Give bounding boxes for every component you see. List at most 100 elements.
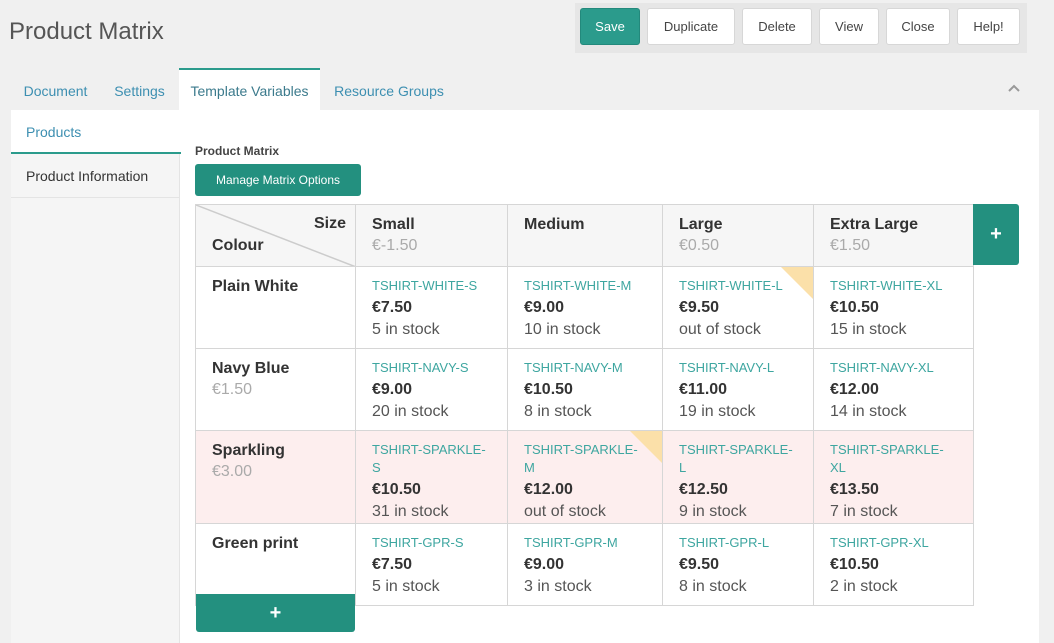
variant-stock: 8 in stock [524,403,592,420]
page-title: Product Matrix [9,18,164,45]
variant-sku: TSHIRT-WHITE-M [524,278,632,293]
variant-price: €9.50 [679,299,720,316]
variant-sku: TSHIRT-NAVY-M [524,360,623,375]
variant-stock: 5 in stock [372,321,440,338]
row-name: Green print [212,535,299,552]
variant-cell[interactable]: TSHIRT-WHITE-S €7.50 5 in stock [355,266,508,349]
variant-sku: TSHIRT-NAVY-S [372,360,469,375]
column-price-modifier: €0.50 [679,237,720,254]
variant-sku: TSHIRT-SPARKLE-M [524,442,638,475]
row-price-modifier: €3.00 [212,463,253,480]
variant-price: €10.50 [372,481,421,498]
variant-cell[interactable]: TSHIRT-SPARKLE-M €12.00 out of stock [507,430,663,524]
manage-matrix-options-button[interactable]: Manage Matrix Options [195,164,361,196]
variant-stock: 10 in stock [524,321,601,338]
variant-stock: out of stock [679,321,761,338]
add-row-button[interactable]: + [196,594,355,632]
variant-stock: 3 in stock [524,578,592,595]
chevron-up-icon[interactable] [1006,80,1022,96]
variant-stock: 19 in stock [679,403,756,420]
variant-stock: 5 in stock [372,578,440,595]
view-button[interactable]: View [819,8,879,45]
variant-price: €10.50 [830,299,879,316]
save-button[interactable]: Save [580,8,640,45]
variant-price: €9.50 [679,556,720,573]
variant-stock: out of stock [524,503,606,520]
tab-document[interactable]: Document [11,68,100,110]
matrix-row: Navy Blue €1.50 TSHIRT-NAVY-S €9.00 20 in st… [195,348,974,431]
delete-button[interactable]: Delete [742,8,812,45]
variant-stock: 9 in stock [679,503,747,520]
variant-cell[interactable]: TSHIRT-SPARKLE-L €12.50 9 in stock [662,430,814,524]
variant-price: €7.50 [372,299,413,316]
variant-sku: TSHIRT-NAVY-L [679,360,775,375]
variant-cell[interactable]: TSHIRT-SPARKLE-XL €13.50 7 in stock [813,430,974,524]
variant-cell[interactable]: TSHIRT-NAVY-M €10.50 8 in stock [507,348,663,431]
variant-sku: TSHIRT-GPR-M [524,535,618,550]
variant-price: €9.00 [372,381,413,398]
variant-sku: TSHIRT-SPARKLE-L [679,442,793,475]
variant-sku: TSHIRT-GPR-S [372,535,464,550]
variant-sku: TSHIRT-WHITE-S [372,278,478,293]
add-column-button[interactable]: + [973,204,1019,265]
duplicate-button[interactable]: Duplicate [647,8,735,45]
row-name: Sparkling [212,442,285,459]
column-header-extra-large[interactable]: Extra Large €1.50 [813,204,974,267]
variant-price: €10.50 [524,381,573,398]
row-header[interactable]: Sparkling €3.00 [195,430,356,524]
variant-cell[interactable]: TSHIRT-GPR-M €9.00 3 in stock [507,523,663,606]
variant-cell[interactable]: TSHIRT-GPR-S €7.50 5 in stock [355,523,508,606]
variant-cell[interactable]: TSHIRT-WHITE-XL €10.50 15 in stock [813,266,974,349]
variant-sku: TSHIRT-WHITE-XL [830,278,943,293]
variant-price: €12.00 [830,381,879,398]
column-header-large[interactable]: Large €0.50 [662,204,814,267]
variant-cell[interactable]: TSHIRT-GPR-XL €10.50 2 in stock [813,523,974,606]
variant-sku: TSHIRT-GPR-XL [830,535,929,550]
matrix-row: Plain White TSHIRT-WHITE-S €7.50 5 in stock… [195,266,974,349]
column-name: Extra Large [830,216,919,233]
tab-resource-groups[interactable]: Resource Groups [320,68,458,110]
variant-cell[interactable]: TSHIRT-GPR-L €9.50 8 in stock [662,523,814,606]
matrix-header-row: Size Colour Small €-1.50 Medium Large €0.5… [195,204,974,267]
variant-price: €11.00 [679,381,728,398]
row-name: Plain White [212,278,299,295]
out-of-stock-flag [781,267,813,299]
out-of-stock-flag [630,431,662,463]
column-price-modifier: €-1.50 [372,237,418,254]
tab-settings[interactable]: Settings [100,68,179,110]
vtab-products[interactable]: Products [11,110,181,154]
variant-cell[interactable]: TSHIRT-WHITE-L €9.50 out of stock [662,266,814,349]
colour-axis-label: Colour [212,237,264,254]
action-toolbar: Save Duplicate Delete View Close Help! [575,3,1027,53]
variant-cell[interactable]: TSHIRT-NAVY-L €11.00 19 in stock [662,348,814,431]
size-axis-label: Size [313,215,346,232]
row-header[interactable]: Plain White [195,266,356,349]
variant-price: €12.00 [524,481,573,498]
matrix-row: Sparkling €3.00 TSHIRT-SPARKLE-S €10.50 31 i… [195,430,974,524]
variant-price: €10.50 [830,556,879,573]
variant-stock: 2 in stock [830,578,898,595]
column-name: Large [679,216,723,233]
row-header[interactable]: Navy Blue €1.50 [195,348,356,431]
variant-stock: 15 in stock [830,321,907,338]
variant-price: €9.00 [524,556,565,573]
variant-cell[interactable]: TSHIRT-NAVY-S €9.00 20 in stock [355,348,508,431]
variant-stock: 20 in stock [372,403,449,420]
variant-cell[interactable]: TSHIRT-WHITE-M €9.00 10 in stock [507,266,663,349]
variant-sku: TSHIRT-GPR-L [679,535,770,550]
vtab-product-information[interactable]: Product Information [11,154,180,198]
row-price-modifier: €1.50 [212,381,253,398]
help-button[interactable]: Help! [957,8,1020,45]
vertical-tabs: Products Product Information [11,110,181,643]
tab-template-variables[interactable]: Template Variables [179,68,320,110]
variant-sku: TSHIRT-SPARKLE-XL [830,442,944,475]
column-header-medium[interactable]: Medium [507,204,663,267]
variant-stock: 14 in stock [830,403,907,420]
variant-stock: 31 in stock [372,503,449,520]
variant-cell[interactable]: TSHIRT-SPARKLE-S €10.50 31 in stock [355,430,508,524]
variant-cell[interactable]: TSHIRT-NAVY-XL €12.00 14 in stock [813,348,974,431]
column-header-small[interactable]: Small €-1.50 [355,204,508,267]
row-name: Navy Blue [212,360,290,377]
close-button[interactable]: Close [886,8,950,45]
column-name: Medium [524,216,585,233]
